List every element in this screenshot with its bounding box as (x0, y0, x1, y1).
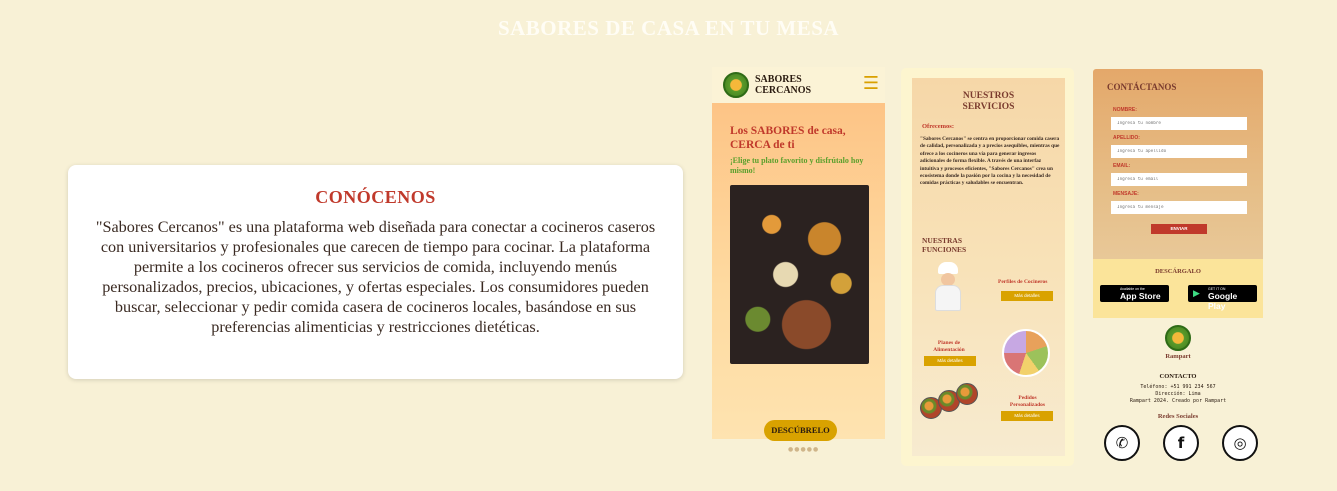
google-play-button[interactable]: ▶ GET IT ON Google Play (1188, 285, 1257, 311)
feature-label-plans: Planes de Alimentación (933, 340, 965, 353)
chef-illustration (932, 262, 964, 312)
services-title: NUESTROS SERVICIOS (962, 91, 1015, 112)
app-store-label: App Store (1120, 291, 1161, 301)
email-label: EMAIL: (1113, 163, 1131, 169)
facebook-icon[interactable]: f (1163, 425, 1199, 461)
about-card: CONÓCENOS "Sabores Cercanos" es una plat… (68, 165, 683, 379)
feature-details-button-cooks[interactable]: Más detalles (1001, 291, 1053, 301)
functions-title: NUESTRAS FUNCIONES (922, 236, 967, 254)
feature-label-orders: Pedidos Personalizados (1009, 395, 1046, 408)
hero-headline: Los SABORES de casa, CERCA de ti (730, 125, 846, 151)
instagram-icon[interactable]: ◎ (1222, 425, 1258, 461)
message-label: MENSAJE: (1113, 191, 1139, 197)
surname-label: APELLIDO: (1113, 135, 1140, 141)
discover-button[interactable]: DESCÚBRELO (764, 420, 837, 441)
app-store-button[interactable]: Available on the App Store (1100, 285, 1169, 302)
social-title: Redes Sociales (1157, 413, 1199, 420)
brand-name[interactable]: SABORES CERCANOS (755, 74, 811, 96)
whatsapp-icon[interactable]: ✆ (1104, 425, 1140, 461)
offer-label: Ofrecemos: (922, 123, 955, 130)
about-text: "Sabores Cercanos" es una plataforma web… (95, 218, 656, 336)
copyright-text: Rampart 2024. Creado por Rampart (1129, 398, 1227, 404)
message-field[interactable] (1111, 201, 1247, 214)
home-mockup-header: SABORES CERCANOS ☰ (712, 67, 885, 103)
food-photo (730, 185, 869, 364)
services-panel: NUESTROS SERVICIOS Ofrecemos: "Sabores C… (912, 78, 1065, 456)
home-hero: Los SABORES de casa, CERCA de ti ¡Elige … (712, 103, 885, 453)
download-title: DESCÁRGALO (1155, 268, 1201, 275)
name-field[interactable] (1111, 117, 1247, 130)
company-name: Rampart (1165, 353, 1191, 360)
contact-heading: CONTACTO (1159, 373, 1197, 380)
surname-field[interactable] (1111, 145, 1247, 158)
feature-details-button-orders[interactable]: Más detalles (1001, 411, 1053, 421)
meal-plan-plate-image (1002, 329, 1050, 377)
home-mockup: SABORES CERCANOS ☰ Los SABORES de casa, … (712, 67, 885, 453)
hero-subheadline: ¡Elige tu plato favorito y disfrútalo ho… (730, 156, 864, 175)
feature-label-cooks: Perfiles de Cocineros (998, 279, 1048, 285)
about-title: CONÓCENOS (315, 187, 436, 207)
services-mockup: NUESTROS SERVICIOS Ofrecemos: "Sabores C… (901, 68, 1074, 466)
contact-mockup: CONTÁCTANOS NOMBRE: APELLIDO: EMAIL: MEN… (1093, 69, 1263, 463)
email-field[interactable] (1111, 173, 1247, 186)
brand-logo[interactable] (723, 72, 749, 98)
hamburger-menu-icon[interactable]: ☰ (863, 75, 879, 93)
download-section: DESCÁRGALO Available on the App Store ▶ … (1093, 259, 1263, 318)
google-play-icon: ▶ (1193, 288, 1200, 298)
send-button[interactable]: ENVIAR (1151, 224, 1207, 234)
offer-text: "Sabores Cercanos" se centra en proporci… (920, 136, 1060, 187)
carousel-dots[interactable]: ●●●●● (788, 446, 819, 453)
contact-title: CONTÁCTANOS (1107, 82, 1177, 92)
page-title: SABORES DE CASA EN TU MESA (497, 16, 840, 40)
address-text: Dirección: Lima (1155, 391, 1201, 397)
contact-form: CONTÁCTANOS NOMBRE: APELLIDO: EMAIL: MEN… (1093, 69, 1263, 259)
footer-logo (1165, 325, 1191, 351)
google-play-label: Google Play (1208, 291, 1238, 311)
meal-trays-image (920, 383, 980, 423)
name-label: NOMBRE: (1113, 107, 1137, 113)
feature-details-button-plans[interactable]: Más detalles (924, 356, 976, 366)
phone-text: Teléfono: +51 991 234 567 (1140, 384, 1216, 390)
